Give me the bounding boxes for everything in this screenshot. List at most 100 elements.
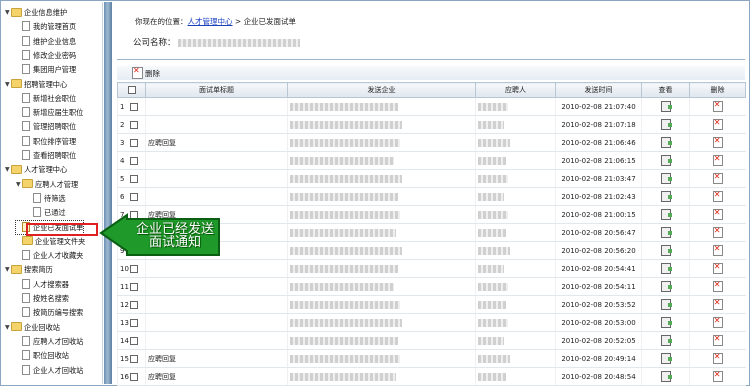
row-checkbox[interactable] bbox=[130, 300, 138, 309]
row-checkbox[interactable] bbox=[130, 372, 138, 381]
cell-title[interactable] bbox=[145, 259, 288, 278]
sidebar-item[interactable]: 修改企业密码 bbox=[16, 49, 76, 62]
cell-title[interactable] bbox=[145, 313, 288, 332]
sidebar-item[interactable]: 集团用户管理 bbox=[16, 63, 76, 76]
cell-title[interactable] bbox=[145, 295, 288, 314]
delete-icon[interactable] bbox=[712, 190, 723, 202]
view-icon[interactable] bbox=[660, 119, 672, 130]
cell-title[interactable] bbox=[145, 277, 288, 296]
sidebar-item[interactable]: ▼ 招聘管理中心 bbox=[5, 78, 67, 91]
table-row[interactable]: 2 2010-02-08 21:07:18 bbox=[117, 115, 746, 134]
view-icon[interactable] bbox=[660, 173, 672, 184]
view-icon[interactable] bbox=[660, 191, 672, 202]
sidebar-item[interactable]: 查看招聘职位 bbox=[16, 149, 76, 162]
sidebar-item[interactable]: ▼ 企业信息维护 bbox=[5, 6, 67, 19]
sidebar-item[interactable]: 企业管理文件夹 bbox=[16, 235, 85, 248]
table-row[interactable]: 14 2010-02-08 20:52:05 bbox=[117, 331, 746, 350]
sidebar-item[interactable]: 应聘人才回收站 bbox=[16, 335, 83, 348]
sidebar-item[interactable]: 企业人才回收站 bbox=[16, 364, 83, 377]
cell-title[interactable] bbox=[145, 97, 288, 116]
delete-icon[interactable] bbox=[712, 226, 723, 238]
sidebar-item[interactable]: ▼ 应聘人才管理 bbox=[16, 178, 78, 191]
sidebar-item[interactable]: 人才搜索器 bbox=[16, 278, 69, 291]
sidebar-item[interactable]: 按姓名搜索 bbox=[16, 292, 69, 305]
sidebar-item[interactable]: 职位排序管理 bbox=[16, 135, 76, 148]
cell-title[interactable]: 应聘回复 bbox=[145, 133, 288, 152]
view-icon[interactable] bbox=[660, 137, 672, 148]
sidebar-item[interactable]: 管理招聘职位 bbox=[16, 120, 76, 133]
table-row[interactable]: 16 应聘回复 2010-02-08 20:48:54 bbox=[117, 367, 746, 386]
sidebar-item[interactable]: 新增应届生职位 bbox=[16, 106, 83, 119]
delete-icon[interactable] bbox=[132, 66, 143, 79]
table-row[interactable]: 12 2010-02-08 20:53:52 bbox=[117, 295, 746, 314]
view-icon[interactable] bbox=[660, 281, 672, 292]
sidebar-item[interactable]: ▼ 人才管理中心 bbox=[5, 163, 67, 176]
delete-icon[interactable] bbox=[712, 370, 723, 382]
delete-button[interactable]: 删除 bbox=[145, 68, 160, 79]
row-checkbox[interactable] bbox=[130, 102, 138, 111]
delete-icon[interactable] bbox=[712, 280, 723, 292]
delete-icon[interactable] bbox=[712, 208, 723, 220]
table-row[interactable]: 5 2010-02-08 21:03:47 bbox=[117, 169, 746, 188]
row-checkbox[interactable] bbox=[130, 156, 138, 165]
table-row[interactable]: 10 2010-02-08 20:54:41 bbox=[117, 259, 746, 278]
delete-icon[interactable] bbox=[712, 334, 723, 346]
cell-title[interactable]: 应聘回复 bbox=[145, 367, 288, 386]
cell-title[interactable] bbox=[145, 187, 288, 206]
sidebar-item[interactable]: 维护企业信息 bbox=[16, 35, 76, 48]
view-icon[interactable] bbox=[660, 101, 672, 112]
sidebar-item[interactable]: ▼ 搜索简历 bbox=[5, 263, 53, 276]
delete-icon[interactable] bbox=[712, 352, 723, 364]
cell-title[interactable] bbox=[145, 115, 288, 134]
row-checkbox[interactable] bbox=[130, 336, 138, 345]
row-checkbox[interactable] bbox=[130, 354, 138, 363]
row-checkbox[interactable] bbox=[130, 192, 138, 201]
delete-icon[interactable] bbox=[712, 136, 723, 148]
row-checkbox[interactable] bbox=[130, 318, 138, 327]
table-row[interactable]: 3 应聘回复 2010-02-08 21:06:46 bbox=[117, 133, 746, 152]
view-icon[interactable] bbox=[660, 335, 672, 346]
view-icon[interactable] bbox=[660, 299, 672, 310]
select-all-checkbox[interactable] bbox=[127, 86, 136, 94]
row-checkbox[interactable] bbox=[130, 282, 138, 291]
sidebar-item[interactable]: ▼ 企业回收站 bbox=[5, 321, 60, 334]
row-checkbox[interactable] bbox=[130, 138, 138, 147]
table-row[interactable]: 13 2010-02-08 20:53:00 bbox=[117, 313, 746, 332]
table-row[interactable]: 4 2010-02-08 21:06:15 bbox=[117, 151, 746, 170]
header-select-all[interactable] bbox=[117, 82, 146, 98]
delete-icon[interactable] bbox=[712, 154, 723, 166]
cell-title[interactable]: 应聘回复 bbox=[145, 349, 288, 368]
table-row[interactable]: 15 应聘回复 2010-02-08 20:49:14 bbox=[117, 349, 746, 368]
sidebar-item[interactable]: 按简历编号搜索 bbox=[16, 306, 83, 319]
delete-icon[interactable] bbox=[712, 298, 723, 310]
sidebar-item[interactable]: 已通过 bbox=[27, 206, 66, 219]
view-icon[interactable] bbox=[660, 209, 672, 220]
delete-icon[interactable] bbox=[712, 244, 723, 256]
delete-icon[interactable] bbox=[712, 118, 723, 130]
cell-title[interactable] bbox=[145, 169, 288, 188]
delete-icon[interactable] bbox=[712, 262, 723, 274]
sidebar-splitter[interactable] bbox=[104, 2, 112, 384]
sidebar-item[interactable]: 职位回收站 bbox=[16, 349, 69, 362]
table-row[interactable]: 1 2010-02-08 21:07:40 bbox=[117, 97, 746, 116]
delete-icon[interactable] bbox=[712, 172, 723, 184]
table-row[interactable]: 6 2010-02-08 21:02:43 bbox=[117, 187, 746, 206]
delete-icon[interactable] bbox=[712, 100, 723, 112]
sidebar-item[interactable]: 企业人才收藏夹 bbox=[16, 249, 83, 262]
view-icon[interactable] bbox=[660, 263, 672, 274]
view-icon[interactable] bbox=[660, 155, 672, 166]
row-checkbox[interactable] bbox=[130, 174, 138, 183]
view-icon[interactable] bbox=[660, 317, 672, 328]
table-row[interactable]: 11 2010-02-08 20:54:11 bbox=[117, 277, 746, 296]
breadcrumb-link[interactable]: 人才管理中心 bbox=[188, 17, 233, 26]
delete-icon[interactable] bbox=[712, 316, 723, 328]
sidebar-item[interactable]: 新增社会职位 bbox=[16, 92, 76, 105]
row-checkbox[interactable] bbox=[130, 120, 138, 129]
view-icon[interactable] bbox=[660, 227, 672, 238]
row-checkbox[interactable] bbox=[130, 264, 138, 273]
cell-title[interactable] bbox=[145, 151, 288, 170]
cell-title[interactable] bbox=[145, 331, 288, 350]
view-icon[interactable] bbox=[660, 371, 672, 382]
sidebar-item[interactable]: 我的管理首页 bbox=[16, 20, 76, 33]
view-icon[interactable] bbox=[660, 353, 672, 364]
